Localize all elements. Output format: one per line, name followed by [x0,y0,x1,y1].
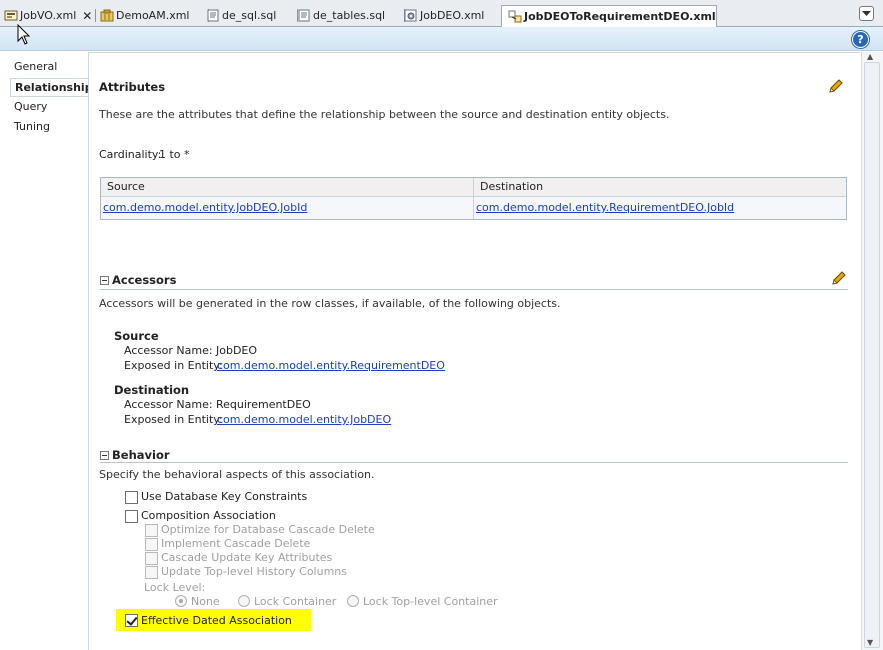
source-accessor-name-label: Accessor Name: [124,344,213,357]
cardinality-value: 1 to * [159,148,190,161]
tab-label: JobVO.xml [20,9,77,22]
chevron-down-icon [862,10,871,16]
effective-dated-association-label: Effective Dated Association [141,614,292,627]
behavior-collapse-toggle[interactable] [100,451,109,460]
destination-accessor-name-value: RequirementDEO [216,398,311,411]
tab-list-dropdown-button[interactable] [859,6,874,21]
lock-level-none-label: None [191,595,220,608]
nav-item-general[interactable]: General [14,60,57,73]
tab-jobdeo-to-requirementdeo[interactable]: JobDEOToRequirementDEO.xml [501,5,717,27]
editor-nav-panel: General Relationship Query Tuning [0,52,93,650]
app-module-icon [100,9,114,22]
implement-cascade-delete-checkbox[interactable] [145,538,158,551]
relationship-page: Attributes These are the attributes that… [88,52,860,650]
association-icon [508,10,522,23]
accessors-collapse-toggle[interactable] [100,276,109,285]
tab-label: DemoAM.xml [116,9,190,22]
nav-item-relationship[interactable]: Relationship [10,78,93,97]
tab-label: de_tables.sql [313,9,386,22]
scroll-up-icon[interactable]: ▲ [867,52,873,61]
table-row[interactable]: com.demo.model.entity.RequirementDEO.Job… [474,197,846,219]
attributes-table: Source Destination com.demo.model.entity… [100,177,847,220]
accessors-source-heading: Source [114,329,159,343]
nav-item-query[interactable]: Query [14,100,47,113]
update-history-columns-label: Update Top-level History Columns [161,565,348,578]
scroll-down-icon[interactable]: ▼ [867,638,873,647]
destination-exposed-in-entity-link[interactable]: com.demo.model.entity.JobDEO [217,413,391,426]
scrollbar-thumb[interactable] [864,62,880,648]
accessors-description: Accessors will be generated in the row c… [99,297,561,310]
attributes-description: These are the attributes that define the… [99,108,670,121]
destination-exposed-in-entity-label: Exposed in Entity: [124,413,223,426]
sql-file-icon [206,9,220,22]
cardinality-label: Cardinality: [99,148,162,161]
behavior-description: Specify the behavioral aspects of this a… [99,468,375,481]
use-database-key-constraints-label: Use Database Key Constraints [141,490,308,503]
destination-attribute-link[interactable]: com.demo.model.entity.RequirementDEO.Job… [476,201,734,214]
editor-tab-bar: JobVO.xml ✕ DemoAM.xml de_sql.sql de_tab… [0,0,883,27]
close-icon[interactable]: ✕ [82,9,92,23]
lock-level-top-container-label: Lock Top-level Container [363,595,498,608]
table-row[interactable]: com.demo.model.entity.JobDEO.JobId [101,197,473,219]
source-exposed-in-entity-label: Exposed in Entity: [124,359,223,372]
tab-label: JobDEO.xml [420,9,485,22]
optimize-cascade-delete-label: Optimize for Database Cascade Delete [161,523,375,536]
column-header-source: Source [101,178,474,197]
composition-association-label: Composition Association [141,509,276,522]
tab-demoam[interactable]: DemoAM.xml [100,4,210,27]
mouse-cursor-icon [17,24,31,45]
composition-association-checkbox[interactable] [125,510,138,523]
cascade-update-key-attributes-checkbox[interactable] [145,552,158,565]
vertical-scrollbar[interactable]: ▲ ▼ [861,52,883,650]
entity-gear-icon [404,9,418,22]
attributes-heading: Attributes [99,80,166,94]
xml-view-icon [4,9,18,22]
source-accessor-name-value: JobDEO [216,344,258,357]
sql-file-icon [297,9,311,22]
edit-attributes-pencil-icon[interactable] [828,78,844,94]
behavior-heading: Behavior [112,448,170,462]
editor-header-strip: ? [0,27,883,51]
destination-accessor-name-label: Accessor Name: [124,398,213,411]
edit-accessors-pencil-icon[interactable] [831,270,847,286]
lock-level-label: Lock Level: [144,581,206,594]
tab-label: JobDEOToRequirementDEO.xml [524,10,716,23]
use-database-key-constraints-checkbox[interactable] [125,491,138,504]
accessors-heading: Accessors [112,273,177,287]
lock-level-container-radio[interactable] [238,595,250,607]
update-history-columns-checkbox[interactable] [145,566,158,579]
nav-item-tuning[interactable]: Tuning [14,120,50,133]
implement-cascade-delete-label: Implement Cascade Delete [161,537,311,550]
effective-dated-association-checkbox[interactable] [125,614,138,627]
lock-level-top-container-radio[interactable] [347,595,359,607]
lock-level-none-radio[interactable] [175,595,187,607]
accessors-destination-heading: Destination [114,383,190,397]
tab-label: de_sql.sql [222,9,277,22]
tab-jobdeo[interactable]: JobDEO.xml [404,4,484,27]
source-attribute-link[interactable]: com.demo.model.entity.JobDEO.JobId [103,201,307,214]
lock-level-container-label: Lock Container [254,595,337,608]
tab-de-tables[interactable]: de_tables.sql [297,4,406,27]
column-header-destination: Destination [474,178,846,197]
optimize-cascade-delete-checkbox[interactable] [145,524,158,537]
source-exposed-in-entity-link[interactable]: com.demo.model.entity.RequirementDEO [217,359,445,372]
cascade-update-key-attributes-label: Cascade Update Key Attributes [161,551,333,564]
help-icon[interactable]: ? [852,31,869,48]
tab-de-sql[interactable]: de_sql.sql [206,4,299,27]
